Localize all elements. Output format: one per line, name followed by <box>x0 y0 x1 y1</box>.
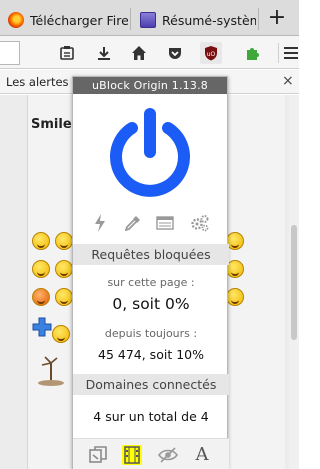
connected-domains-heading: Domaines connectés <box>73 374 229 395</box>
smiley-icon[interactable] <box>32 288 50 306</box>
ublock-icon[interactable]: uO <box>200 42 222 64</box>
all-time-label: depuis toujours : <box>104 327 198 340</box>
popup-footer-toolbar: A <box>73 438 229 469</box>
smiley-icon[interactable] <box>32 232 50 250</box>
hamburger-menu-icon[interactable] <box>282 42 299 64</box>
on-this-page-label: sur cette page : <box>107 276 195 289</box>
reading-list-icon[interactable] <box>56 42 78 64</box>
popup-title: uBlock Origin 1.13.8 <box>73 77 227 94</box>
tab-bar: Télécharger Firef Résumé-système + <box>0 0 299 36</box>
power-button[interactable] <box>102 106 198 202</box>
puzzle-icon[interactable] <box>241 42 263 64</box>
eyedropper-icon[interactable] <box>123 213 143 233</box>
close-icon[interactable]: × <box>282 73 294 89</box>
popups-icon[interactable] <box>88 445 108 465</box>
settings-gears-icon[interactable] <box>190 213 210 233</box>
tab-label: Résumé-système <box>162 12 256 28</box>
tab-firefox-download[interactable]: Télécharger Firef <box>0 4 128 36</box>
tab-system-summary[interactable]: Résumé-système <box>132 4 256 36</box>
lightning-icon[interactable] <box>90 213 110 233</box>
url-field[interactable] <box>0 41 20 65</box>
smiley-icon[interactable] <box>32 260 50 278</box>
nav-toolbar: uO <box>0 36 299 69</box>
connected-domains-value: 4 sur un total de 4 <box>93 409 209 424</box>
ublock-popup: uBlock Origin 1.13.8 Requêtes bloquées s… <box>72 76 229 469</box>
bookmark-alerts[interactable]: Les alertes e <box>6 75 79 89</box>
cosmetic-filter-eye-icon[interactable] <box>158 445 178 465</box>
media-icon[interactable] <box>122 445 142 465</box>
blue-plus-smiley-icon[interactable] <box>32 317 52 337</box>
font-icon[interactable]: A <box>192 445 212 465</box>
system-page-icon <box>140 12 156 28</box>
tab-separator <box>258 8 259 30</box>
svg-text:uO: uO <box>207 51 216 58</box>
smiley-icon[interactable] <box>55 232 73 250</box>
blocked-requests-heading: Requêtes bloquées <box>73 244 229 265</box>
scrollbar-thumb[interactable] <box>291 225 297 340</box>
tab-label: Télécharger Firef <box>30 12 128 28</box>
toolbar-separator <box>278 43 279 63</box>
logger-icon[interactable] <box>155 213 175 233</box>
desert-island-icon[interactable] <box>36 355 66 387</box>
smiley-icon[interactable] <box>55 260 73 278</box>
tab-separator <box>130 8 131 30</box>
home-icon[interactable] <box>128 42 150 64</box>
on-this-page-value: 0, soit 0% <box>112 295 190 313</box>
smiley-icon[interactable] <box>55 288 73 306</box>
new-tab-button[interactable]: + <box>264 6 290 32</box>
pocket-icon[interactable] <box>164 42 186 64</box>
smiley-icon[interactable] <box>52 325 70 343</box>
firefox-icon <box>8 12 24 28</box>
all-time-value: 45 474, soit 10% <box>98 347 204 362</box>
download-icon[interactable] <box>93 42 115 64</box>
popup-tools-row <box>73 209 229 237</box>
